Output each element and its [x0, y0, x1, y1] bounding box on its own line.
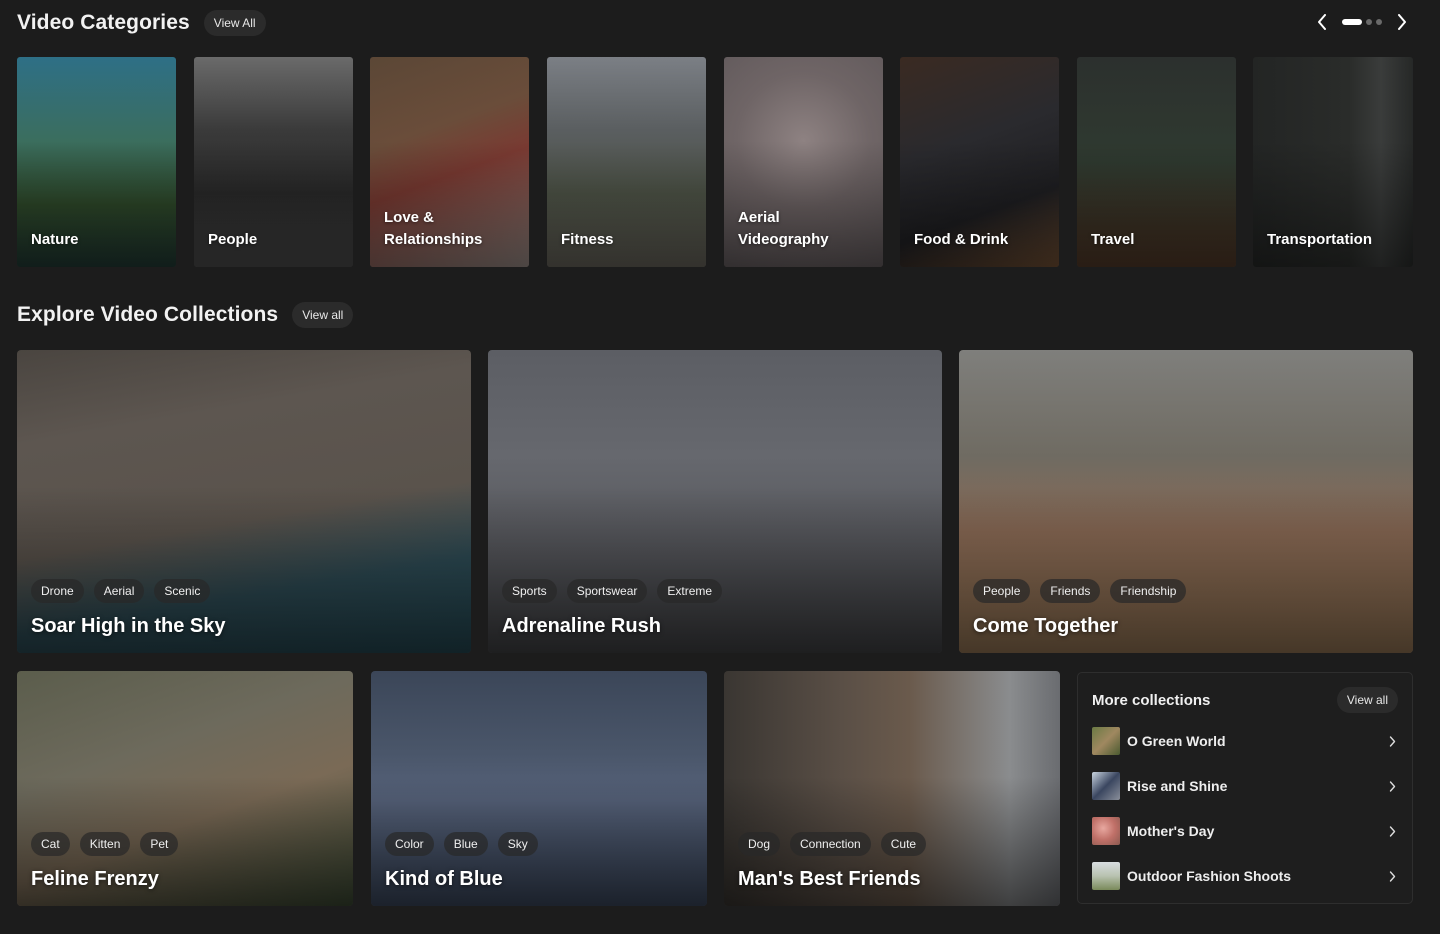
more-collections-header: More collections View all: [1092, 687, 1398, 713]
tag[interactable]: Aerial: [93, 579, 145, 603]
categories-carousel-controls: [1312, 12, 1412, 32]
collection-tags: Cat Kitten Pet: [31, 832, 179, 856]
collection-card-feline-frenzy[interactable]: Cat Kitten Pet Feline Frenzy: [17, 671, 353, 906]
chevron-right-icon[interactable]: [1392, 12, 1412, 32]
more-collections-title: More collections: [1092, 691, 1211, 709]
collection-thumbnail: [1092, 772, 1120, 800]
tag[interactable]: Pet: [140, 832, 179, 856]
tag[interactable]: Drone: [31, 579, 84, 603]
category-card-nature[interactable]: Nature: [17, 57, 176, 267]
more-collection-label: Outdoor Fashion Shoots: [1127, 868, 1292, 884]
more-collections-view-all-button[interactable]: View all: [1336, 687, 1398, 713]
category-label: Aerial Videography: [738, 209, 829, 248]
more-collection-item-o-green-world[interactable]: O Green World: [1092, 727, 1398, 755]
collection-title: Feline Frenzy: [31, 868, 159, 890]
tag[interactable]: Scenic: [154, 579, 211, 603]
collection-thumbnail: [1092, 862, 1120, 890]
collections-header: Explore Video Collections View all: [17, 302, 354, 328]
collections-title: Explore Video Collections: [17, 303, 279, 326]
chevron-right-icon: [1386, 825, 1398, 837]
tag[interactable]: Friendship: [1110, 579, 1187, 603]
more-collections-panel: More collections View all O Green World …: [1077, 672, 1413, 904]
tag[interactable]: Dog: [738, 832, 781, 856]
tag[interactable]: Sky: [497, 832, 538, 856]
category-card-food-drink[interactable]: Food & Drink: [900, 57, 1059, 267]
categories-title: Video Categories: [17, 11, 190, 34]
tag[interactable]: Cat: [31, 832, 70, 856]
collection-card-soar-high[interactable]: Drone Aerial Scenic Soar High in the Sky: [17, 350, 471, 653]
category-label: Nature: [31, 231, 79, 248]
tag[interactable]: Sportswear: [566, 579, 648, 603]
category-card-fitness[interactable]: Fitness: [547, 57, 706, 267]
more-collection-label: O Green World: [1127, 733, 1226, 749]
collection-thumbnail: [1092, 817, 1120, 845]
tag[interactable]: Sports: [502, 579, 557, 603]
more-collection-item-rise-and-shine[interactable]: Rise and Shine: [1092, 772, 1398, 800]
collection-title: Man's Best Friends: [738, 868, 921, 890]
collection-title: Adrenaline Rush: [502, 615, 661, 637]
category-label: Food & Drink: [914, 231, 1009, 248]
collection-card-come-together[interactable]: People Friends Friendship Come Together: [959, 350, 1413, 653]
category-card-aerial-videography[interactable]: Aerial Videography: [724, 57, 883, 267]
category-card-love-relationships[interactable]: Love & Relationships: [370, 57, 529, 267]
carousel-dot-2[interactable]: [1366, 19, 1372, 25]
chevron-right-icon: [1386, 780, 1398, 792]
collection-title: Kind of Blue: [385, 868, 503, 890]
chevron-right-icon: [1386, 735, 1398, 747]
collection-tags: Drone Aerial Scenic: [31, 579, 211, 603]
collection-card-kind-of-blue[interactable]: Color Blue Sky Kind of Blue: [371, 671, 707, 906]
tag[interactable]: Friends: [1040, 579, 1101, 603]
tag[interactable]: Kitten: [79, 832, 131, 856]
collection-tags: Dog Connection Cute: [738, 832, 927, 856]
category-label: People: [208, 231, 258, 248]
category-card-transportation[interactable]: Transportation: [1253, 57, 1413, 267]
categories-view-all-button[interactable]: View All: [203, 10, 266, 36]
tag[interactable]: Blue: [443, 832, 488, 856]
collection-title: Come Together: [973, 615, 1119, 637]
collection-tags: Color Blue Sky: [385, 832, 538, 856]
category-label: Travel: [1091, 231, 1135, 248]
chevron-left-icon[interactable]: [1312, 12, 1332, 32]
category-card-travel[interactable]: Travel: [1077, 57, 1236, 267]
tag[interactable]: People: [973, 579, 1031, 603]
category-list: Nature People Love & Relationships Fitne…: [17, 57, 1413, 267]
tag[interactable]: Cute: [880, 832, 927, 856]
carousel-dot-1[interactable]: [1342, 19, 1362, 25]
tag[interactable]: Extreme: [657, 579, 723, 603]
more-collection-label: Rise and Shine: [1127, 778, 1228, 794]
more-collection-item-outdoor-fashion-shoots[interactable]: Outdoor Fashion Shoots: [1092, 862, 1398, 890]
category-label: Transportation: [1267, 231, 1373, 248]
tag[interactable]: Color: [385, 832, 434, 856]
carousel-dot-3[interactable]: [1376, 19, 1382, 25]
tag[interactable]: Connection: [790, 832, 871, 856]
collection-card-mans-best-friends[interactable]: Dog Connection Cute Man's Best Friends: [724, 671, 1060, 906]
collection-thumbnail: [1092, 727, 1120, 755]
chevron-right-icon: [1386, 870, 1398, 882]
category-label: Fitness: [561, 231, 614, 248]
collection-card-adrenaline-rush[interactable]: Sports Sportswear Extreme Adrenaline Rus…: [488, 350, 942, 653]
collection-title: Soar High in the Sky: [31, 615, 226, 637]
more-collection-label: Mother's Day: [1127, 823, 1215, 839]
carousel-pagination: [1342, 19, 1382, 25]
category-label: Love & Relationships: [384, 209, 483, 248]
categories-header: Video Categories View All: [17, 10, 266, 36]
more-collection-item-mothers-day[interactable]: Mother's Day: [1092, 817, 1398, 845]
collections-view-all-button[interactable]: View all: [292, 302, 354, 328]
category-card-people[interactable]: People: [194, 57, 353, 267]
collection-tags: People Friends Friendship: [973, 579, 1187, 603]
collection-tags: Sports Sportswear Extreme: [502, 579, 723, 603]
